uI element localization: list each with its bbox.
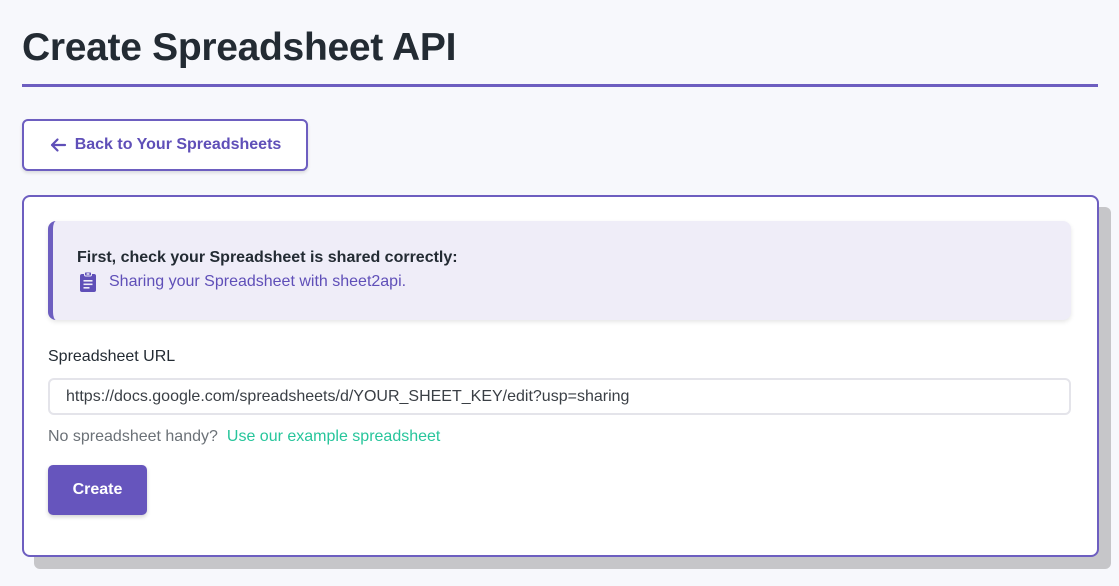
sharing-notice: First, check your Spreadsheet is shared …: [48, 221, 1071, 320]
notice-heading: First, check your Spreadsheet is shared …: [77, 249, 458, 266]
spreadsheet-url-input[interactable]: [48, 378, 1071, 415]
page-title: Create Spreadsheet API: [22, 26, 457, 69]
example-helper-row: No spreadsheet handy? Use our example sp…: [48, 428, 440, 446]
sharing-guide-link[interactable]: Sharing your Spreadsheet with sheet2api.: [109, 273, 406, 291]
back-button-label: Back to Your Spreadsheets: [74, 136, 282, 153]
clipboard-icon: [77, 271, 99, 293]
create-button[interactable]: Create: [48, 465, 147, 515]
title-divider: [22, 84, 1098, 87]
page: Create Spreadsheet API Back to Your Spre…: [0, 0, 1119, 586]
create-form-card: First, check your Spreadsheet is shared …: [22, 195, 1099, 557]
back-to-spreadsheets-button[interactable]: Back to Your Spreadsheets: [22, 119, 308, 171]
example-spreadsheet-link[interactable]: Use our example spreadsheet: [227, 428, 440, 446]
spreadsheet-url-label: Spreadsheet URL: [48, 348, 176, 365]
arrow-left-icon: [49, 136, 67, 154]
notice-link-row: Sharing your Spreadsheet with sheet2api.: [77, 271, 406, 293]
helper-text: No spreadsheet handy?: [48, 428, 218, 445]
